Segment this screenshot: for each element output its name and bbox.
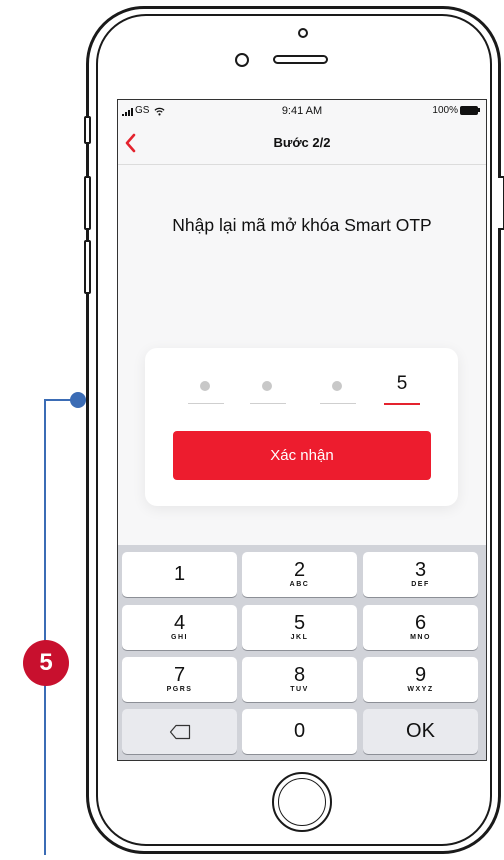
home-button[interactable] [272,772,332,832]
nav-bar: Bước 2/2 [118,122,486,165]
key-digit: 8 [293,664,306,686]
key-letters: MNO [410,634,431,641]
ok-key-label: OK [406,720,435,742]
key-4[interactable]: 4 GHI [122,605,237,650]
key-8[interactable]: 8 TUV [242,657,357,702]
key-digit: 0 [293,720,306,742]
key-digit: 4 [173,612,186,634]
key-digit: 1 [173,563,186,585]
status-bar: GS 9:41 AM 100% [118,100,486,122]
key-0[interactable]: 0 [242,709,357,754]
key-digit: 3 [414,559,427,581]
key-7[interactable]: 7 PGRS [122,657,237,702]
pin-underline [188,403,224,404]
volume-up-button [84,176,91,230]
battery-icon [460,105,480,115]
key-digit: 9 [414,664,427,686]
key-digit: 6 [414,612,427,634]
phone-screen: GS 9:41 AM 100% Bước 2/2 Nhập lại mã mở … [118,100,486,760]
key-digit: 7 [173,664,186,686]
pin-dot [262,381,272,391]
backspace-icon [169,724,190,740]
key-3[interactable]: 3 DEF [363,552,478,597]
pin-underline [250,403,286,404]
battery-status: 100% [432,105,480,116]
proximity-sensor [235,53,249,67]
key-5[interactable]: 5 JKL [242,605,357,650]
power-button [498,176,504,230]
key-digit: 5 [293,612,306,634]
key-letters: WXYZ [407,686,434,693]
otp-heading: Nhập lại mã mở khóa Smart OTP [172,215,432,235]
pin-underline [320,403,356,404]
pin-slot[interactable] [250,370,286,406]
key-2[interactable]: 2 ABC [242,552,357,597]
pin-dot [200,381,210,391]
earpiece-speaker [273,55,328,64]
pin-slot-active[interactable]: 5 [384,370,420,406]
key-letters: ABC [289,581,310,588]
annotation-anchor-dot [70,392,86,408]
key-digit: 2 [293,559,306,581]
pin-underline-active [384,403,420,405]
confirm-button[interactable]: Xác nhận [173,431,431,480]
annotation-leader-line [44,400,46,855]
key-6[interactable]: 6 MNO [363,605,478,650]
key-1[interactable]: 1 [122,552,237,597]
otp-card: 5 Xác nhận [145,348,458,506]
key-letters: PGRS [166,686,193,693]
pin-dot [332,381,342,391]
delete-key[interactable] [122,709,237,754]
key-letters: JKL [290,634,309,641]
front-camera [298,28,308,38]
main-content: Nhập lại mã mở khóa Smart OTP 5 Xác nhận [118,165,486,545]
battery-percent: 100% [432,105,458,116]
step-number-badge: 5 [23,640,69,686]
pin-slot[interactable] [320,370,356,406]
key-letters: TUV [290,686,309,693]
status-time: 9:41 AM [281,105,323,117]
key-9[interactable]: 9 WXYZ [363,657,478,702]
volume-down-button [84,240,91,294]
pin-slot[interactable] [188,370,224,406]
mute-switch [84,116,91,144]
key-letters: GHI [171,634,188,641]
key-letters: DEF [411,581,430,588]
page-title: Bước 2/2 [273,135,331,150]
ok-key[interactable]: OK [363,709,478,754]
pin-digit: 5 [396,373,408,394]
numeric-keypad: 1 2 ABC 3 DEF 4 GHI 5 JKL 6 MNO 7 PGRS 8… [118,545,486,760]
